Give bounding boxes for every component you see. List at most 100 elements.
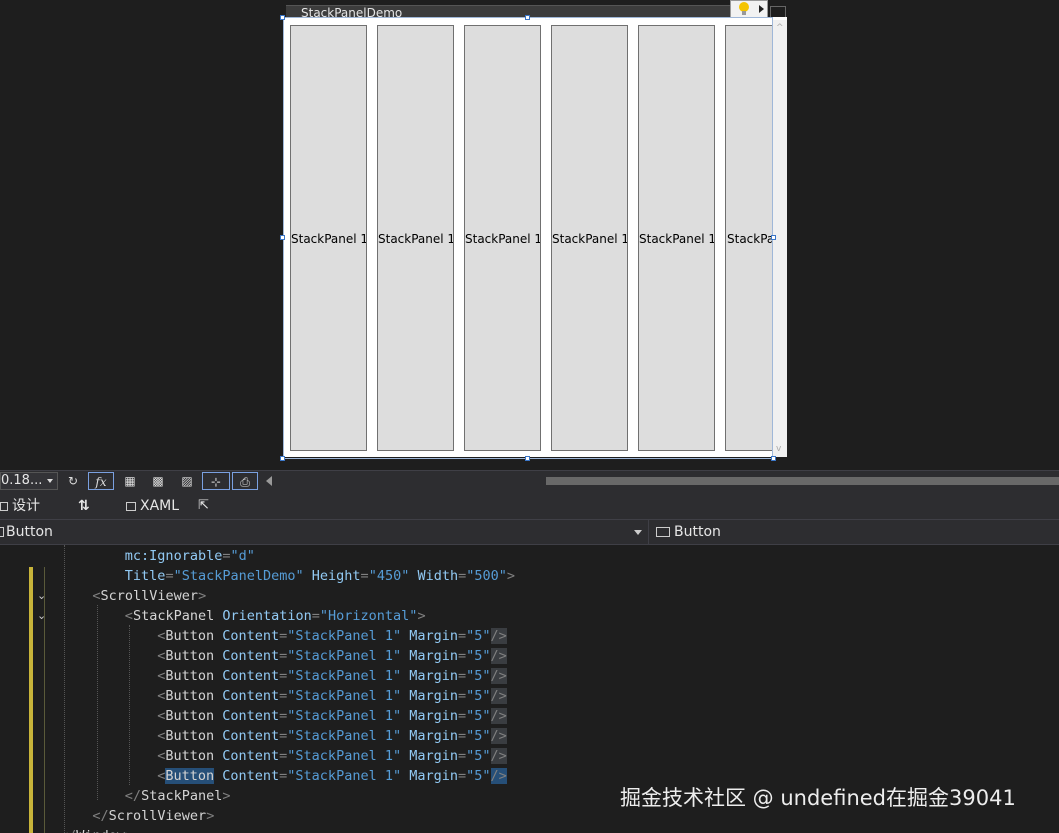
- code-token: =: [360, 568, 369, 584]
- code-line[interactable]: <Button Content="StackPanel 1" Margin="5…: [157, 706, 507, 726]
- code-token: Height: [311, 568, 361, 584]
- code-line[interactable]: <Button Content="StackPanel 1" Margin="5…: [157, 686, 507, 706]
- code-token: Button: [165, 748, 215, 764]
- code-line[interactable]: Title="StackPanelDemo" Height="450" Widt…: [125, 566, 515, 586]
- scroll-down-icon[interactable]: v: [776, 444, 781, 454]
- code-token: "StackPanelDemo": [173, 568, 304, 584]
- scroll-up-icon[interactable]: ^: [776, 23, 784, 33]
- code-line[interactable]: <Button Content="StackPanel 1" Margin="5…: [157, 746, 507, 766]
- code-line[interactable]: <Button Content="StackPanel 1" Margin="5…: [157, 726, 507, 746]
- tab-xaml[interactable]: XAML: [122, 493, 184, 521]
- swap-panes-icon[interactable]: ⇅: [78, 493, 90, 519]
- fx-icon[interactable]: fx: [88, 472, 114, 490]
- code-token: "450": [368, 568, 410, 584]
- device-icon[interactable]: ⎙: [232, 472, 258, 490]
- code-token: Margin: [409, 708, 459, 724]
- tab-design[interactable]: 设计: [0, 493, 40, 519]
- popout-icon[interactable]: ⇱: [198, 493, 209, 519]
- code-token: Orientation: [222, 608, 312, 624]
- member-dropdown[interactable]: Button: [656, 520, 721, 544]
- code-token: Content: [222, 728, 280, 744]
- code-token: =: [458, 768, 467, 784]
- code-token: Window: [76, 828, 125, 833]
- resize-handle[interactable]: [280, 456, 285, 461]
- scroll-left-icon[interactable]: [266, 476, 272, 486]
- code-token: />: [490, 768, 507, 784]
- zoom-dropdown[interactable]: 0.18...: [0, 472, 58, 490]
- code-token: Margin: [409, 688, 459, 704]
- code-token: "StackPanel 1": [287, 748, 402, 764]
- code-token: "StackPanel 1": [287, 668, 402, 684]
- code-token: />: [490, 728, 507, 744]
- stackpanel-button-3[interactable]: StackPanel 1: [464, 25, 541, 451]
- code-token: Button: [165, 708, 215, 724]
- code-token: =: [458, 748, 467, 764]
- code-line[interactable]: <ScrollViewer>: [92, 586, 206, 606]
- button-label: StackPanel 1: [291, 232, 367, 246]
- code-token: >: [125, 828, 133, 833]
- code-line[interactable]: <Button Content="StackPanel 1" Margin="5…: [157, 646, 507, 666]
- stackpanel-button-2[interactable]: StackPanel 1: [377, 25, 454, 451]
- code-token: Content: [222, 768, 280, 784]
- type-dropdown[interactable]: Button: [0, 520, 649, 544]
- code-token: =: [165, 568, 174, 584]
- code-token: ScrollViewer: [100, 588, 199, 604]
- code-line[interactable]: mc:Ignorable="d": [125, 546, 255, 566]
- code-line[interactable]: </StackPanel>: [125, 786, 231, 806]
- code-token: Button: [165, 768, 215, 784]
- code-line[interactable]: </ScrollViewer>: [92, 806, 214, 826]
- code-token: "500": [466, 568, 507, 584]
- stackpanel-button-5[interactable]: StackPanel 1: [638, 25, 715, 451]
- resize-handle[interactable]: [280, 235, 285, 240]
- code-token: Width: [417, 568, 459, 584]
- code-token: "5": [466, 688, 491, 704]
- grid-icon[interactable]: ▦: [120, 472, 140, 490]
- code-token: "Horizontal": [319, 608, 418, 624]
- xaml-designer-surface[interactable]: StackPanelDemo StackPanel 1 StackPanel 1…: [0, 0, 1059, 470]
- stackpanel-button-4[interactable]: StackPanel 1: [551, 25, 628, 451]
- zoom-value: 0.18...: [1, 473, 43, 488]
- watermark: 掘金技术社区 @ undefined在掘金39041: [620, 786, 1016, 810]
- design-icon: [0, 501, 8, 511]
- snap-lines-icon[interactable]: ⊹: [202, 472, 230, 490]
- resize-handle[interactable]: [771, 456, 776, 461]
- horizontal-scrollbar[interactable]: [546, 477, 1059, 485]
- resize-handle[interactable]: [771, 235, 776, 240]
- code-token: </: [92, 808, 109, 824]
- resize-handle[interactable]: [525, 15, 530, 20]
- fold-toggle-icon[interactable]: ⌄: [37, 610, 47, 621]
- xaml-icon: [126, 501, 136, 511]
- refresh-icon[interactable]: ↻: [65, 472, 81, 490]
- code-token: "StackPanel 1": [287, 688, 402, 704]
- code-token: >: [222, 788, 231, 804]
- code-token: "5": [466, 728, 491, 744]
- resize-handle[interactable]: [525, 456, 530, 461]
- stackpanel-button-1[interactable]: StackPanel 1: [290, 25, 367, 451]
- code-token: "5": [466, 668, 491, 684]
- code-token: Button: [165, 648, 215, 664]
- code-line[interactable]: <StackPanel Orientation="Horizontal">: [125, 606, 426, 626]
- resize-handle[interactable]: [280, 15, 285, 20]
- code-line[interactable]: <Button Content="StackPanel 1" Margin="5…: [157, 666, 507, 686]
- code-token: Button: [165, 668, 215, 684]
- checker-icon[interactable]: ▨: [177, 472, 197, 490]
- code-token: />: [490, 668, 507, 684]
- element-icon: [656, 527, 670, 537]
- fold-toggle-icon[interactable]: ⌄: [37, 590, 47, 601]
- code-line[interactable]: <Button Content="StackPanel 1" Margin="5…: [157, 626, 507, 646]
- quick-actions-lightbulb-icon[interactable]: [730, 0, 768, 18]
- code-line[interactable]: <Button Content="StackPanel 1" Margin="5…: [157, 766, 507, 786]
- code-token: Button: [165, 628, 215, 644]
- code-token: >: [417, 608, 426, 624]
- code-token: Content: [222, 688, 280, 704]
- code-token: Content: [222, 628, 280, 644]
- stackpanel-button-6[interactable]: StackPanel 1: [725, 25, 772, 451]
- code-token: =: [458, 628, 467, 644]
- code-line[interactable]: </Window>: [60, 826, 133, 833]
- snap-grid-icon[interactable]: ▩: [148, 472, 168, 490]
- code-token: "d": [230, 548, 255, 564]
